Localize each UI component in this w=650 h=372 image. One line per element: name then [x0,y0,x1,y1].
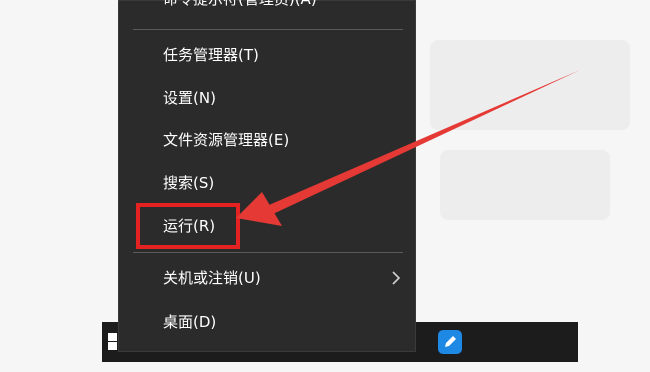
menu-item-desktop[interactable]: 桌面(D) [119,302,415,342]
chevron-right-icon [392,271,401,285]
pen-app-icon[interactable] [438,330,462,354]
menu-item-shutdown-signout[interactable]: 关机或注销(U) [119,258,415,298]
menu-item-file-explorer[interactable]: 文件资源管理器(E) [119,120,415,160]
menu-item-label: 命令提示符(管理员)(A) [163,0,317,8]
menu-item-command-prompt-admin[interactable]: 命令提示符(管理员)(A) [119,0,415,19]
winx-context-menu: 命令提示符(管理员)(A) 任务管理器(T) 设置(N) 文件资源管理器(E) … [118,0,416,352]
menu-item-settings[interactable]: 设置(N) [119,78,415,118]
menu-item-label: 文件资源管理器(E) [163,131,290,149]
menu-item-label: 桌面(D) [163,313,217,331]
menu-item-task-manager[interactable]: 任务管理器(T) [119,35,415,75]
menu-item-label: 搜索(S) [163,174,215,192]
menu-separator [133,252,403,253]
menu-item-label: 关机或注销(U) [163,269,261,287]
menu-item-label: 设置(N) [163,89,216,107]
menu-separator [133,29,403,30]
menu-item-search[interactable]: 搜索(S) [119,163,415,203]
menu-item-label: 任务管理器(T) [163,46,259,64]
run-highlight-box [136,203,240,249]
